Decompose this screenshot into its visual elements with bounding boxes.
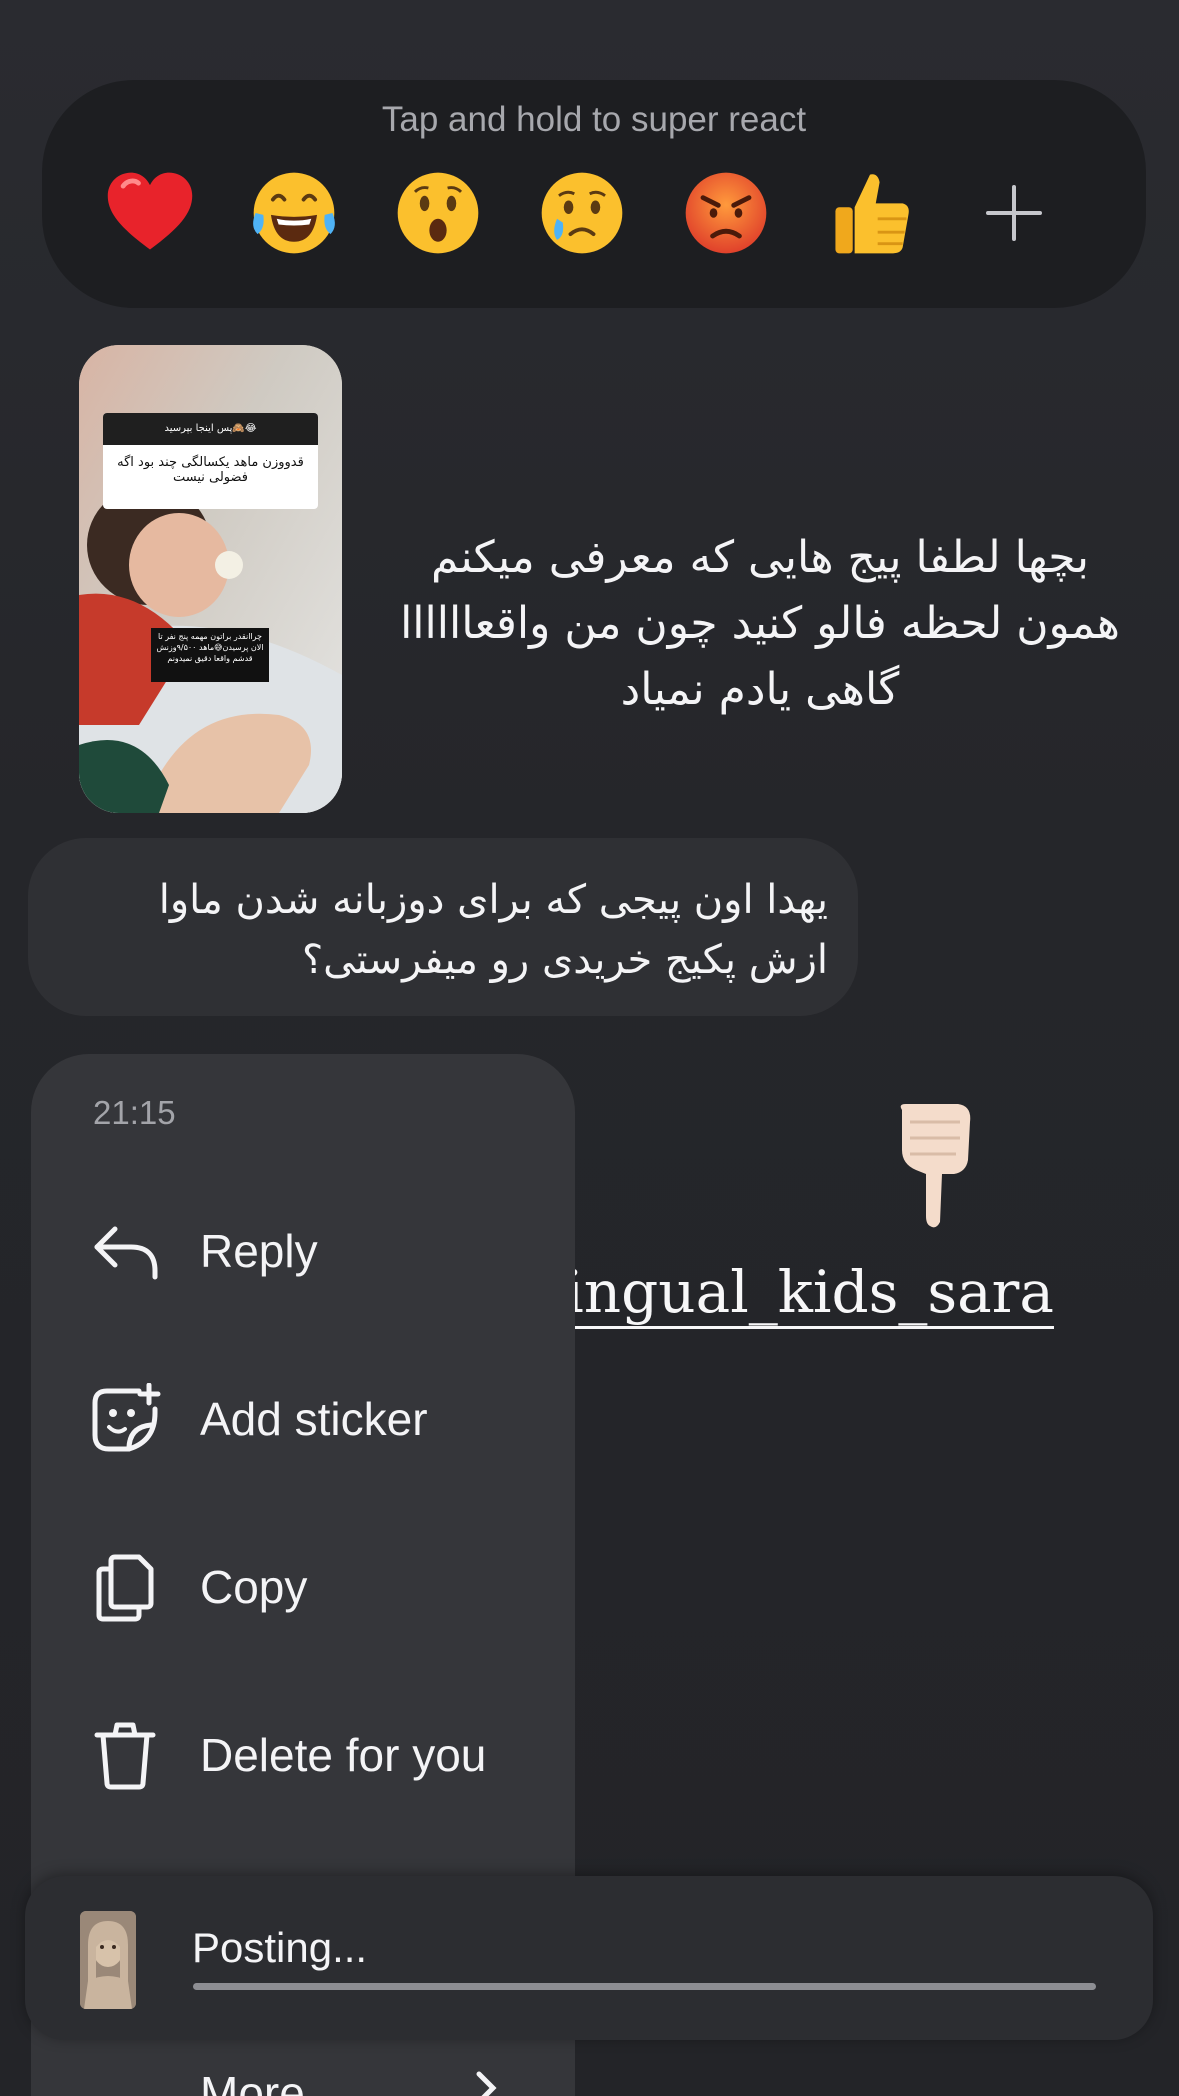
red-heart-emoji[interactable]: [102, 165, 198, 261]
emoji-row: [102, 165, 1062, 261]
reaction-bar: Tap and hold to super react: [42, 80, 1146, 308]
copy-icon: [89, 1551, 161, 1623]
message-text: یهدا اون پیجی که برای دوزبانه شدن ماوا ا…: [158, 877, 828, 983]
screen: Tap and hold to super react پس اینجا بپر…: [0, 0, 1179, 2096]
pointing-down-emoji: [880, 1100, 990, 1230]
story-question-card: پس اینجا بپرسید🙈😂 قدووزن ماهد یکسالگی چن…: [103, 413, 318, 509]
sticker-add-icon: [89, 1383, 161, 1455]
chevron-right-icon: [471, 2068, 501, 2096]
crying-emoji[interactable]: [534, 165, 630, 261]
message-bubble[interactable]: یهدا اون پیجی که برای دوزبانه شدن ماوا ا…: [28, 838, 858, 1016]
story-reply-thumbnail[interactable]: پس اینجا بپرسید🙈😂 قدووزن ماهد یکسالگی چن…: [79, 345, 342, 813]
more-dots-icon: •••: [99, 2080, 161, 2096]
add-sticker-menu-item[interactable]: Add sticker: [31, 1359, 575, 1479]
more-menu-item[interactable]: ••• More: [31, 2050, 575, 2096]
plus-icon[interactable]: [966, 165, 1062, 261]
delete-label: Delete for you: [200, 1729, 487, 1781]
copy-menu-item[interactable]: Copy: [31, 1527, 575, 1647]
more-label: More: [200, 2067, 305, 2096]
reply-label: Reply: [200, 1225, 318, 1277]
add-sticker-label: Add sticker: [200, 1393, 428, 1445]
trash-icon: [89, 1719, 161, 1791]
posting-progress-track: [193, 1983, 1096, 1990]
story-card-header: پس اینجا بپرسید🙈😂: [103, 413, 318, 445]
tears-of-joy-emoji[interactable]: [246, 165, 342, 261]
posting-thumbnail: [80, 1911, 136, 2009]
posting-label: Posting...: [192, 1924, 368, 1971]
posting-status-bar: Posting...: [25, 1876, 1153, 2040]
super-react-hint: Tap and hold to super react: [381, 100, 807, 139]
reply-arrow-icon: [89, 1215, 161, 1287]
story-card-body: قدووزن ماهد یکسالگی چند بود اگه فضولی نی…: [117, 455, 304, 485]
story-caption: بچها لطفا پیج هایی که معرفی میکنم همون ل…: [400, 532, 1120, 715]
reply-menu-item[interactable]: Reply: [31, 1191, 575, 1311]
angry-emoji[interactable]: [678, 165, 774, 261]
surprised-emoji[interactable]: [390, 165, 486, 261]
message-timestamp: 21:15: [93, 1094, 176, 1131]
copy-label: Copy: [200, 1561, 308, 1613]
delete-menu-item[interactable]: Delete for you: [31, 1695, 575, 1815]
posting-progress-fill: [193, 1983, 1096, 1990]
thumbs-up-emoji[interactable]: [822, 165, 918, 261]
story-answer-note: چراانقدر براتون مهمه پنج نفر تا الان پرس…: [151, 628, 269, 682]
